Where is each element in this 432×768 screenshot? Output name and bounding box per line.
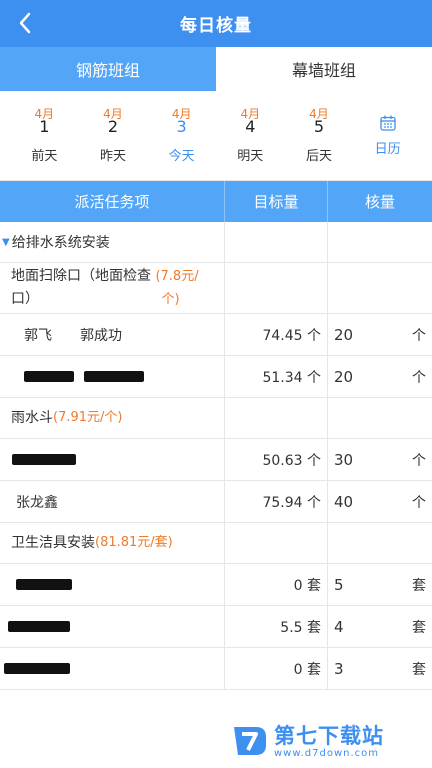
worker-row: 51.34 个 20 个 — [0, 356, 432, 398]
check-value: 5 — [334, 575, 344, 594]
check-unit: 个 — [412, 494, 426, 511]
check-unit: 个 — [412, 452, 426, 469]
date-day-after-tomorrow[interactable]: 4月 5 后天 — [289, 107, 349, 164]
check-unit: 套 — [412, 577, 426, 594]
worker-row: 郭飞 郭成功 74.45 个 20 个 — [0, 314, 432, 356]
check-input[interactable]: 4 套 — [328, 606, 432, 647]
date-label: 明天 — [237, 148, 264, 164]
calendar-icon — [379, 115, 396, 131]
target-value: 75.94 个 — [225, 481, 328, 522]
target-value: 50.63 个 — [225, 439, 328, 480]
redacted-name — [8, 621, 70, 632]
date-label: 后天 — [305, 148, 332, 164]
target-value: 0 套 — [225, 564, 328, 605]
check-value: 4 — [334, 617, 344, 636]
task-row: 卫生洁具安装 (81.81元/套) — [0, 523, 432, 564]
check-value: 3 — [334, 659, 344, 678]
worker-name: 张龙鑫 — [16, 494, 58, 511]
check-input[interactable]: 5 套 — [328, 564, 432, 605]
task-name: 雨水斗 — [11, 410, 53, 426]
check-unit: 个 — [412, 327, 426, 344]
app-header: 每日核量 — [0, 0, 432, 47]
date-day: 4 — [245, 116, 256, 136]
triangle-down-icon: ▼ — [2, 236, 10, 248]
date-label: 昨天 — [99, 148, 126, 164]
target-value: 51.34 个 — [225, 356, 328, 397]
check-input[interactable]: 20 个 — [328, 314, 432, 355]
date-day: 2 — [107, 116, 119, 136]
task-price-cont: 个) — [161, 292, 180, 307]
check-value: 20 — [334, 325, 354, 344]
category-row[interactable]: ▼ 给排水系统安装 — [0, 222, 432, 263]
worker-row: 0 套 3 套 — [0, 648, 432, 690]
task-name: 卫生洁具安装 — [11, 535, 95, 551]
check-unit: 个 — [412, 369, 426, 386]
task-price: (7.91元/个) — [53, 410, 123, 425]
worker-row: 张龙鑫 75.94 个 40 个 — [0, 481, 432, 523]
task-row: 雨水斗 (7.91元/个) — [0, 398, 432, 439]
date-label: 前天 — [31, 148, 58, 164]
date-today[interactable]: 4月 3 今天 — [152, 107, 212, 164]
worker-name: 郭飞 — [24, 327, 52, 344]
worker-row: 0 套 5 套 — [0, 564, 432, 606]
check-unit: 套 — [412, 619, 426, 636]
date-day: 3 — [176, 116, 187, 136]
calendar-button[interactable]: 日历 — [358, 114, 418, 157]
task-price: (7.8元/ — [155, 269, 199, 284]
watermark-url: www.d7down.com — [274, 747, 380, 759]
date-day: 1 — [39, 116, 50, 136]
header-target: 目标量 — [225, 181, 328, 222]
watermark-name: 第七下载站 — [274, 723, 384, 748]
tab-curtain-wall-team[interactable]: 幕墙班组 — [216, 47, 432, 91]
category-name: 给排水系统安装 — [11, 235, 110, 251]
redacted-name — [4, 663, 70, 674]
worker-row: 50.63 个 30 个 — [0, 439, 432, 481]
worker-name: 郭成功 — [80, 327, 122, 344]
table-header: 派活任务项 目标量 核量 — [0, 181, 432, 222]
header-task: 派活任务项 — [0, 181, 225, 222]
chevron-left-icon — [19, 12, 31, 34]
header-check: 核量 — [364, 193, 395, 211]
date-day-before-yesterday[interactable]: 4月 1 前天 — [14, 107, 74, 164]
check-input[interactable]: 40 个 — [328, 481, 432, 522]
target-value: 5.5 套 — [225, 606, 328, 647]
worker-row: 5.5 套 4 套 — [0, 606, 432, 648]
redacted-name — [84, 371, 144, 382]
target-value: 0 套 — [225, 648, 328, 689]
redacted-name — [16, 579, 72, 590]
task-row: 地面扫除口（地面检查 (7.8元/ 口） 个) — [0, 263, 432, 314]
task-table: ▼ 给排水系统安装 地面扫除口（地面检查 (7.8元/ 口） 个) 郭飞 郭成功… — [0, 222, 432, 690]
redacted-name — [24, 371, 74, 382]
check-input[interactable]: 3 套 — [328, 648, 432, 689]
redacted-name — [12, 454, 76, 465]
check-value: 20 — [334, 367, 354, 386]
date-tomorrow[interactable]: 4月 4 明天 — [220, 107, 280, 164]
team-tabs: 钢筋班组 幕墙班组 — [0, 47, 432, 91]
back-button[interactable] — [12, 9, 38, 37]
date-label: 今天 — [168, 148, 195, 164]
target-value: 74.45 个 — [225, 314, 328, 355]
check-input[interactable]: 30 个 — [328, 439, 432, 480]
task-name-cont: 口） — [11, 291, 39, 307]
tab-rebar-team[interactable]: 钢筋班组 — [0, 47, 216, 91]
task-name: 地面扫除口（地面检查 — [11, 268, 151, 284]
d7-logo-icon — [234, 727, 266, 755]
site-watermark: 第七下载站 www.d7down.com — [230, 718, 426, 764]
check-value: 30 — [334, 450, 354, 469]
date-selector: 4月 1 前天 4月 2 昨天 4月 3 今天 4月 4 明天 4月 5 后天 … — [0, 91, 432, 181]
calendar-label: 日历 — [374, 142, 401, 157]
date-day: 5 — [313, 116, 325, 136]
check-unit: 套 — [412, 661, 426, 678]
date-yesterday[interactable]: 4月 2 昨天 — [83, 107, 143, 164]
check-input[interactable]: 20 个 — [328, 356, 432, 397]
page-title: 每日核量 — [180, 16, 252, 36]
check-value: 40 — [334, 492, 354, 511]
task-price: (81.81元/套) — [95, 535, 173, 550]
